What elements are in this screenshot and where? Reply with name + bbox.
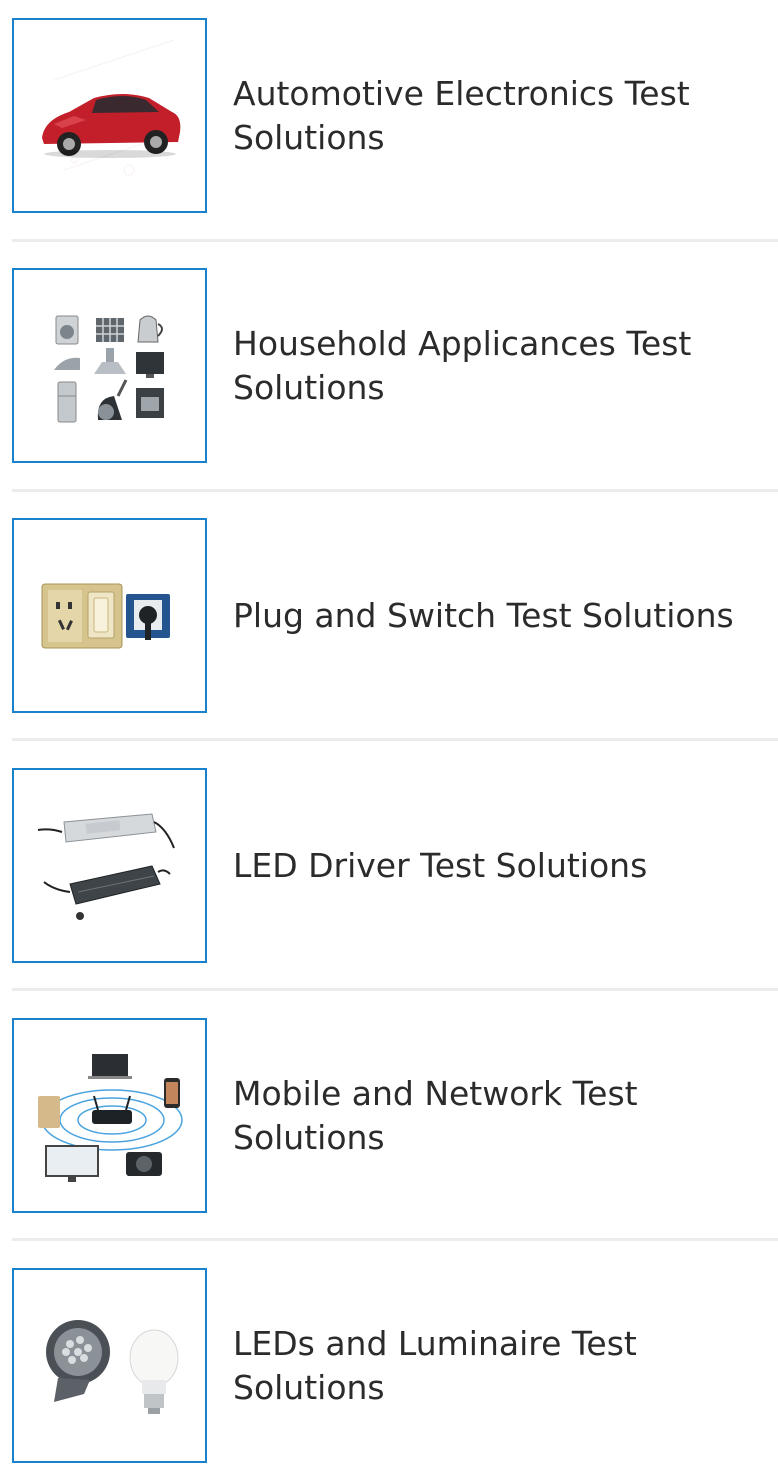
car-icon xyxy=(42,39,185,176)
solution-item-luminaire[interactable]: LEDs and Luminaire Test Solutions xyxy=(12,1268,778,1464)
solution-thumbnail[interactable] xyxy=(12,518,207,713)
solution-item-plug-switch[interactable]: Plug and Switch Test Solutions xyxy=(12,518,778,714)
solution-item-mobile-network[interactable]: Mobile and Network Test Solutions xyxy=(12,1018,778,1214)
divider xyxy=(12,489,778,492)
solution-title[interactable]: Automotive Electronics Test Solutions xyxy=(233,18,768,213)
divider xyxy=(12,1238,778,1241)
luminaire-icon xyxy=(46,1320,179,1414)
solution-title[interactable]: Mobile and Network Test Solutions xyxy=(233,1018,768,1213)
solution-thumbnail[interactable] xyxy=(12,268,207,463)
household-appliances-icon xyxy=(54,315,164,423)
solution-title[interactable]: Plug and Switch Test Solutions xyxy=(233,518,768,713)
plug-switch-icon xyxy=(41,583,170,649)
solution-thumbnail[interactable] xyxy=(12,1018,207,1213)
led-driver-icon xyxy=(37,813,175,920)
solution-item-household[interactable]: Household Applicances Test Solutions xyxy=(12,268,778,464)
solution-title[interactable]: LEDs and Luminaire Test Solutions xyxy=(233,1268,768,1463)
divider xyxy=(12,239,778,242)
divider xyxy=(12,738,778,741)
divider xyxy=(12,988,778,991)
solution-item-led-driver[interactable]: LED Driver Test Solutions xyxy=(12,768,778,964)
solution-thumbnail[interactable] xyxy=(12,1268,207,1463)
mobile-network-icon xyxy=(38,1054,183,1182)
solution-thumbnail[interactable] xyxy=(12,18,207,213)
solution-title[interactable]: Household Applicances Test Solutions xyxy=(233,268,768,463)
solution-item-automotive[interactable]: Automotive Electronics Test Solutions xyxy=(12,18,778,214)
solution-thumbnail[interactable] xyxy=(12,768,207,963)
solution-title[interactable]: LED Driver Test Solutions xyxy=(233,768,768,963)
